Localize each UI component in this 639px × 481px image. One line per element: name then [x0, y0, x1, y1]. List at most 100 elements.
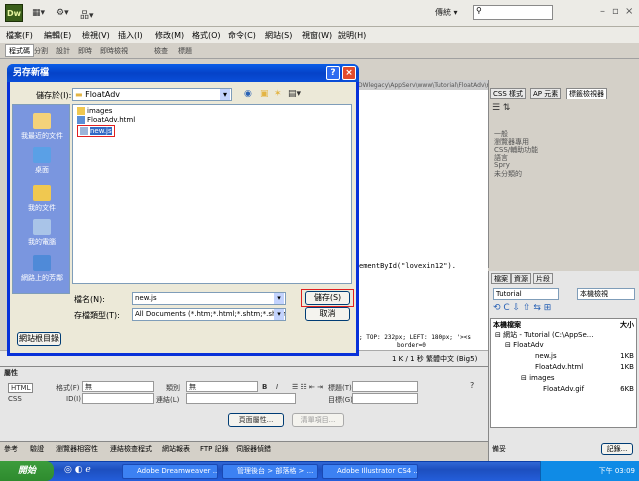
list-icons[interactable]: ☰ ☷ ⇤ ⇥ [292, 383, 323, 391]
tree-item[interactable]: ⊟ FloatAdv [505, 341, 544, 349]
site-icon[interactable]: 品▾ [80, 8, 94, 21]
place-my-computer[interactable]: 我的電腦 [13, 219, 71, 247]
tree-item[interactable]: ⊟ images [521, 374, 555, 382]
menu-file[interactable]: 檔案(F) [6, 30, 33, 41]
tab-browser-compat[interactable]: 瀏覽器相容性 [56, 444, 98, 454]
maximize-button[interactable]: ▫ [612, 6, 619, 17]
file-item[interactable]: FloatAdv.html [77, 116, 135, 124]
search-input[interactable]: ⚲ [473, 5, 553, 20]
target-select[interactable] [352, 393, 418, 404]
tab-site-reports[interactable]: 網站報表 [162, 444, 190, 454]
place-network[interactable]: 網路上的芳鄰 [13, 255, 71, 283]
link-label: 連結(L) [156, 396, 180, 404]
views-icon[interactable]: ▤▾ [288, 89, 301, 99]
place-recent[interactable]: 我最近的文件 [13, 113, 71, 141]
menu-command[interactable]: 命令(C) [228, 30, 256, 41]
tree-header-size[interactable]: 大小 [620, 320, 634, 330]
tab-link-checker[interactable]: 連結檢查程式 [110, 444, 152, 454]
filetype-select[interactable]: All Documents (*.htm;*.html;*.shtm;*.sht… [132, 308, 286, 321]
split-view-button[interactable]: 分割 [34, 46, 48, 56]
link-input[interactable] [186, 393, 296, 404]
tab-css-styles[interactable]: CSS 樣式 [490, 88, 526, 99]
tab-reference[interactable]: 參考 [4, 444, 18, 454]
menu-modify[interactable]: 修改(M) [155, 30, 184, 41]
tab-tag-inspector[interactable]: 標籤檢視器 [566, 88, 607, 99]
dialog-close-button[interactable]: × [342, 66, 356, 80]
start-button[interactable]: 開始 [0, 461, 54, 481]
code-line: border=0 [397, 342, 426, 349]
close-button[interactable]: × [625, 6, 633, 17]
menu-insert[interactable]: 插入(I) [118, 30, 143, 41]
format-select[interactable]: 無 [82, 381, 154, 392]
cancel-button[interactable]: 取消 [305, 307, 350, 321]
filename-input[interactable]: new.js ▾ [132, 292, 286, 305]
tab-ap-elements[interactable]: AP 元素 [530, 88, 562, 99]
menu-site[interactable]: 網站(S) [265, 30, 292, 41]
tree-item[interactable]: FloatAdv.html [535, 363, 583, 371]
live-code-button[interactable]: 即時檢視 [100, 46, 128, 56]
code-view-button[interactable]: 程式碼 [5, 44, 34, 57]
connect-icon[interactable]: ⟲ C ⇩ ⇧ ⇆ ⊞ [493, 303, 551, 313]
place-desktop[interactable]: 桌面 [13, 147, 71, 175]
taskbar-button-dreamweaver[interactable]: Adobe Dreamweaver ... [122, 464, 218, 479]
category-item[interactable]: 未分類的 [494, 169, 522, 179]
code-editor[interactable]: ementById("lovexin12"). ; TOP: 232px; LE… [356, 90, 488, 350]
id-select[interactable] [82, 393, 154, 404]
minimize-button[interactable]: – [600, 6, 605, 17]
css-mode-button[interactable]: CSS [8, 395, 22, 403]
tab-validation[interactable]: 驗證 [30, 444, 44, 454]
design-view-button[interactable]: 設計 [56, 46, 70, 56]
file-tree[interactable]: 本機檔案 大小 ⊟ 網站 - Tutorial (C:\AppSe... ⊟ F… [490, 318, 637, 428]
live-view-button[interactable]: 即時 [78, 46, 92, 56]
new-folder-icon[interactable]: ✶ [274, 89, 282, 99]
up-folder-icon[interactable]: ▣ [260, 89, 269, 99]
tree-item[interactable]: new.js [535, 352, 557, 360]
attributes-icon[interactable]: ☰ ⇅ [492, 103, 510, 113]
tree-header-name[interactable]: 本機檔案 [493, 320, 521, 330]
html-mode-button[interactable]: HTML [8, 383, 34, 393]
tab-files[interactable]: 檔案 [491, 273, 511, 284]
tree-item[interactable]: ⊟ 網站 - Tutorial (C:\AppSe... [495, 330, 593, 340]
file-item-selected[interactable]: new.js [77, 125, 115, 137]
layout-icon[interactable]: ▦▾ [32, 8, 45, 18]
italic-button[interactable]: I [276, 383, 278, 391]
help-button[interactable]: ? [326, 66, 340, 80]
tab-snippets[interactable]: 片段 [533, 273, 553, 284]
tree-item[interactable]: FloatAdv.gif [543, 385, 584, 393]
inspect-button[interactable]: 檢查 [154, 46, 168, 56]
site-select[interactable]: Tutorial [493, 288, 559, 300]
menu-window[interactable]: 視窗(W) [302, 30, 332, 41]
quick-launch-icons[interactable]: ◎ ◐ ℯ [64, 465, 91, 475]
save-in-select[interactable]: ▬ FloatAdv ▾ [72, 88, 232, 101]
gear-icon[interactable]: ⚙▾ [56, 8, 69, 18]
menu-edit[interactable]: 編輯(E) [44, 30, 71, 41]
class-select[interactable]: 無 [186, 381, 258, 392]
help-icon[interactable]: ? [470, 381, 474, 390]
menu-format[interactable]: 格式(O) [192, 30, 221, 41]
menu-view[interactable]: 檢視(V) [82, 30, 110, 41]
file-list[interactable]: images FloatAdv.html new.js [72, 104, 352, 284]
class-label: 類別 [166, 384, 180, 392]
tab-ftp-log[interactable]: FTP 記錄 [200, 444, 229, 454]
place-my-documents[interactable]: 我的文件 [13, 185, 71, 213]
bold-button[interactable]: B [262, 383, 267, 391]
place-label: 我最近的文件 [21, 132, 63, 140]
back-icon[interactable]: ◉ [244, 89, 252, 99]
site-root-button[interactable]: 網站根目錄 [17, 332, 61, 346]
save-button[interactable]: 儲存(S) [305, 291, 350, 305]
log-button[interactable]: 記錄... [601, 443, 633, 455]
doc-title-label: 標題 [178, 47, 192, 55]
file-item[interactable]: images [77, 107, 112, 115]
tab-server-debug[interactable]: 伺服器偵錯 [236, 444, 271, 454]
taskbar-button-browser[interactable]: 管理後台 > 部落格 > ... [222, 464, 318, 479]
workspace-switcher[interactable]: 傳統 ▾ [435, 7, 458, 18]
view-select[interactable]: 本機檢視 [577, 288, 635, 300]
taskbar-button-illustrator[interactable]: Adobe Illustrator CS4 ... [322, 464, 418, 479]
menu-help[interactable]: 說明(H) [338, 30, 366, 41]
filename-value: new.js [135, 294, 157, 302]
list-item-button[interactable]: 清單項目... [292, 413, 344, 427]
title-input[interactable] [352, 381, 418, 392]
tab-assets[interactable]: 資源 [511, 273, 531, 284]
category-item[interactable]: Spry [494, 161, 510, 169]
page-properties-button[interactable]: 頁面屬性... [228, 413, 284, 427]
